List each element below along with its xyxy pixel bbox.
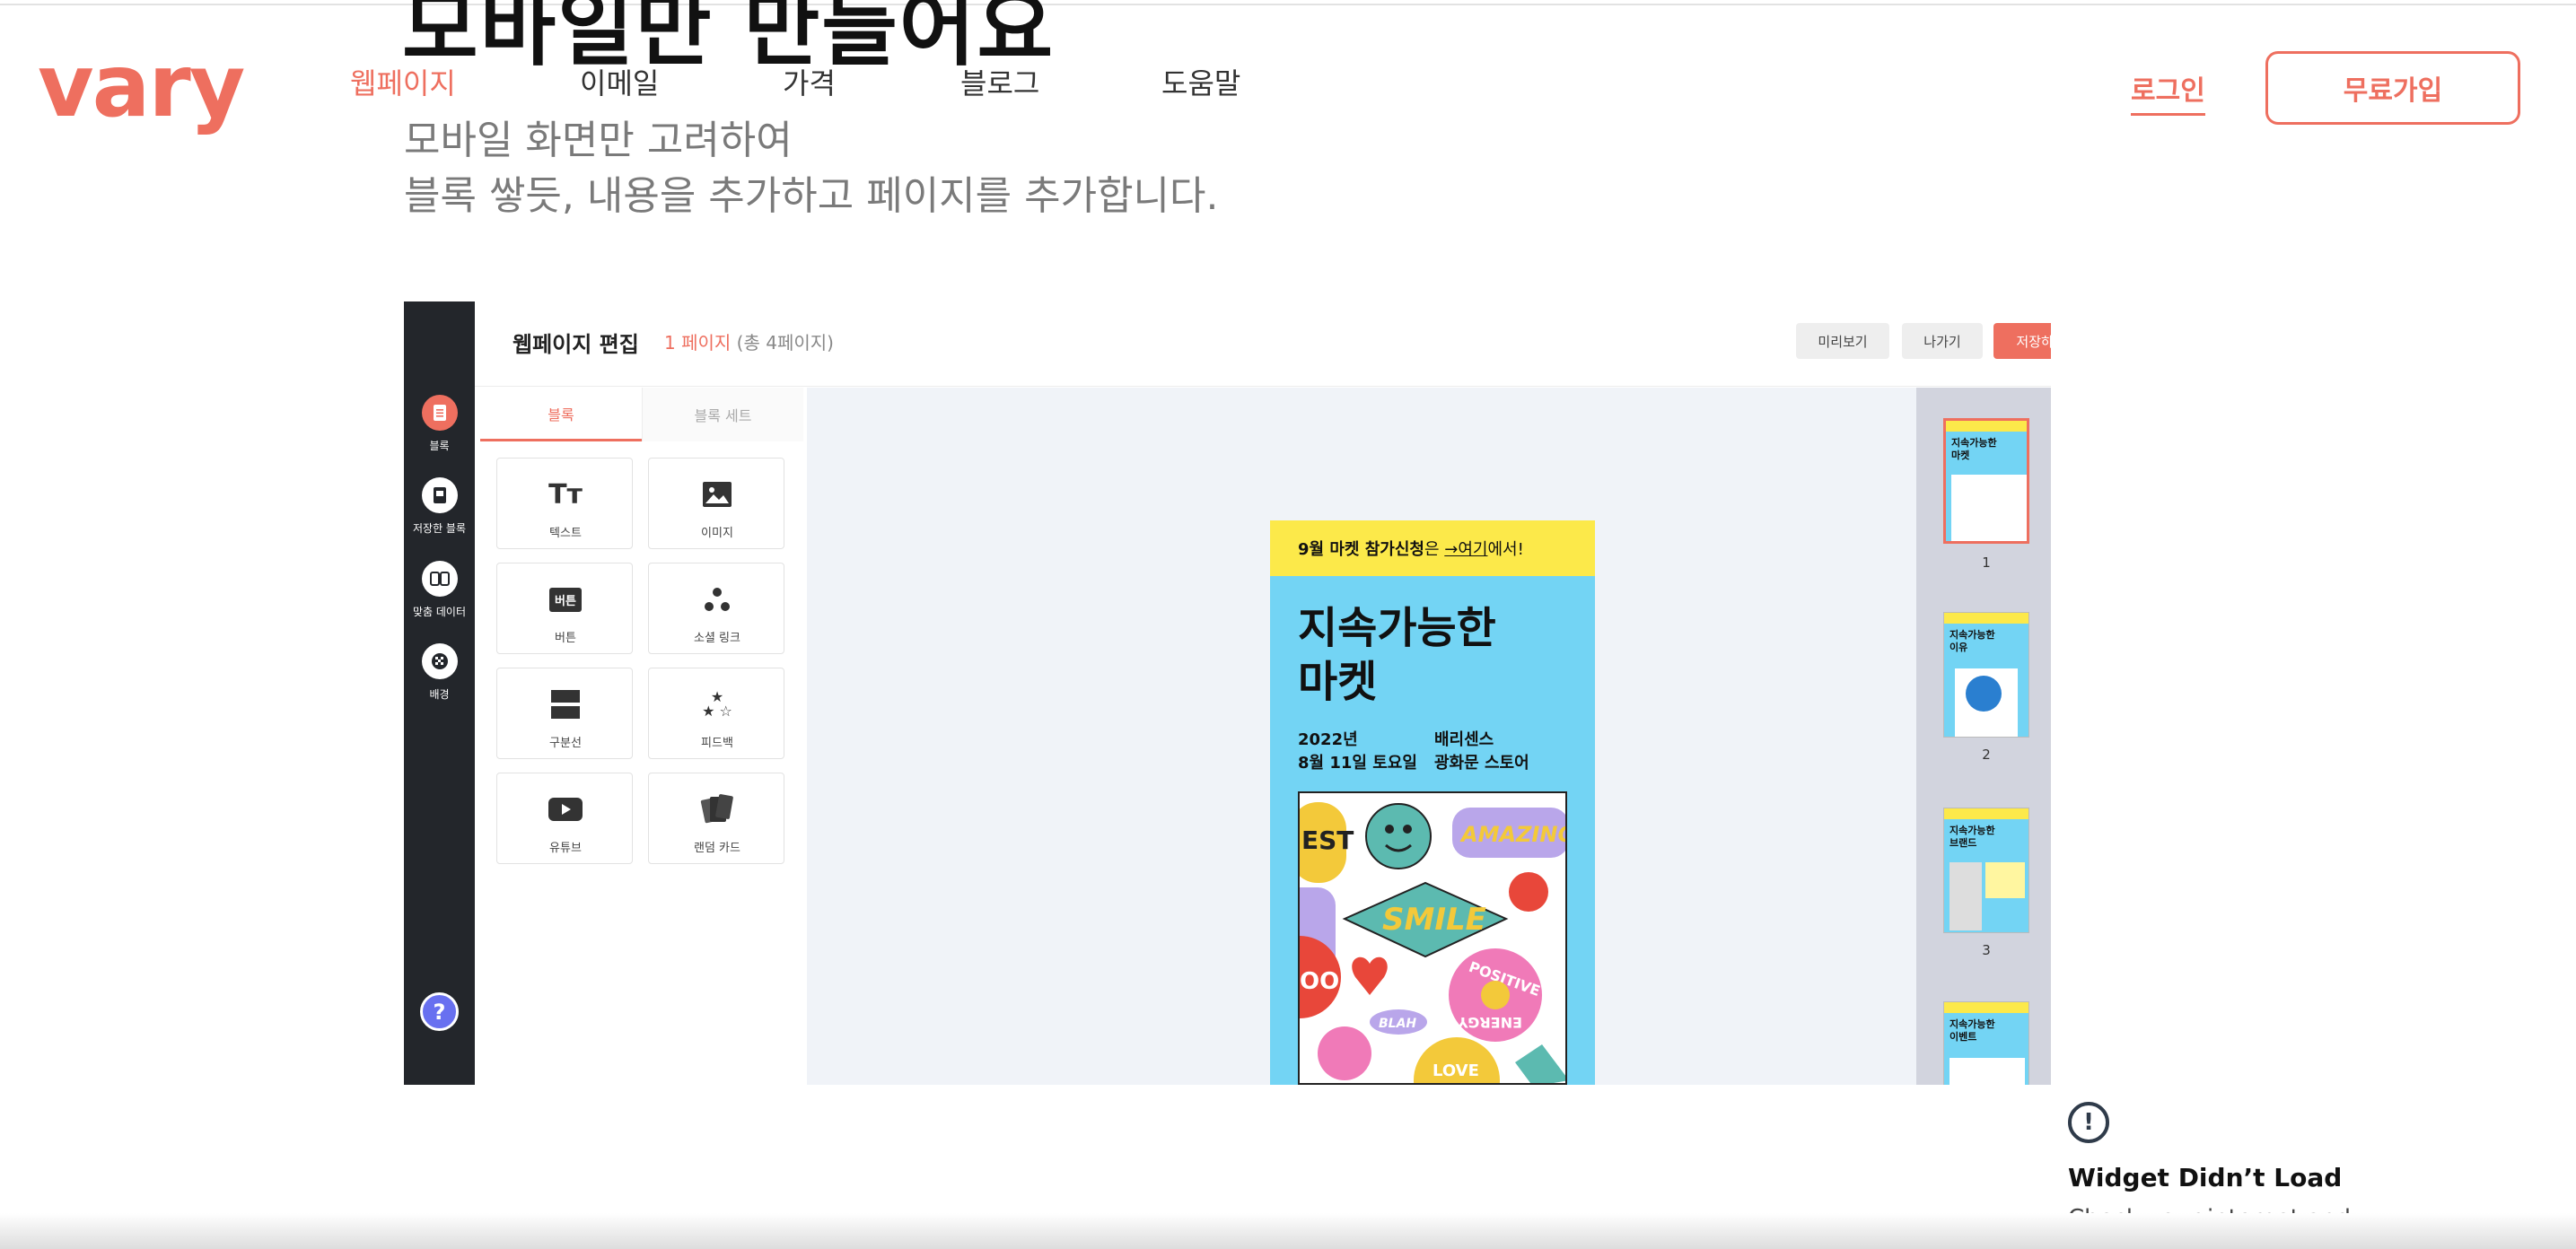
login-link[interactable]: 로그인: [2131, 68, 2205, 116]
block-social-link[interactable]: 소셜 링크: [648, 563, 784, 654]
svg-text:BLAH: BLAH: [1379, 1017, 1416, 1031]
help-button[interactable]: ?: [420, 992, 459, 1031]
nav-pricing[interactable]: 가격: [783, 61, 836, 102]
sidebar-label: 맞춤 데이터: [412, 606, 466, 618]
youtube-icon: [497, 791, 634, 827]
svg-text:SMILE: SMILE: [1382, 902, 1486, 938]
sticker-image: EST AMAZING SMILE OOM POSITIVE ENERGY BL…: [1298, 791, 1567, 1085]
nav-webpage[interactable]: 웹페이지: [350, 61, 456, 102]
alert-icon: !: [2068, 1102, 2109, 1143]
block-random-card[interactable]: 랜덤 카드: [648, 773, 784, 864]
block-label: 랜덤 카드: [694, 842, 740, 855]
block-label: 텍스트: [549, 527, 582, 540]
block-label: 버튼: [555, 632, 576, 645]
saved-block-icon: [421, 477, 458, 513]
block-button[interactable]: 버튼 버튼: [496, 563, 633, 654]
total-pages: (총 4페이지): [736, 332, 834, 354]
sidebar-item-custom-data[interactable]: 맞춤 데이터: [404, 561, 475, 619]
preview-button[interactable]: 미리보기: [1796, 323, 1889, 359]
page-thumbnails: 지속가능한 마켓 1 지속가능한 이유 2 지속가능한 브랜드 3 지속가능한 …: [1916, 388, 2051, 1085]
thumbnail-title: 지속가능한 이벤트: [1950, 1018, 1995, 1043]
block-label: 이미지: [701, 527, 733, 540]
vary-logo[interactable]: vary: [38, 43, 245, 129]
block-label: 피드백: [701, 737, 733, 750]
nav-email[interactable]: 이메일: [580, 61, 659, 102]
sidebar-label: 블록: [429, 440, 450, 452]
thumbnail-title: 지속가능한 이유: [1950, 629, 1995, 653]
svg-text:AMAZING: AMAZING: [1459, 822, 1567, 847]
thumbnail-title: 지속가능한 마켓: [1951, 437, 1997, 461]
svg-text:LOVE: LOVE: [1433, 1061, 1479, 1080]
hero-description-line-2: 블록 쌓듯, 내용을 추가하고 페이지를 추가합니다.: [404, 173, 1219, 219]
editor-toolbar: 웹페이지 편집 1 페이지 (총 4페이지) ↶ ↷ 미리보기 나가기 저장하기: [475, 301, 2051, 387]
thumbnail-page-3[interactable]: 지속가능한 브랜드: [1943, 808, 2029, 933]
block-label: 소셜 링크: [694, 632, 740, 645]
block-tabs: 블록 블록 세트: [480, 388, 803, 441]
divider-icon: [497, 686, 634, 722]
block-text[interactable]: Tт 텍스트: [496, 458, 633, 549]
sidebar-item-blocks[interactable]: 블록: [404, 395, 475, 453]
bottom-shadow: [0, 1213, 2576, 1249]
site-header: vary 웹페이지 이메일 가격 블로그 도움말 로그인 무료가입: [0, 36, 2576, 135]
svg-text:EST: EST: [1301, 825, 1354, 855]
block-image[interactable]: 이미지: [648, 458, 784, 549]
block-youtube[interactable]: 유튜브: [496, 773, 633, 864]
editor-sidebar: 블록 저장한 블록 맞춤 데이터 배경 ?: [404, 301, 475, 1085]
preview-place: 배리센스 광화문 스토어: [1434, 730, 1529, 773]
block-feedback[interactable]: ★ ★ ☆ 피드백: [648, 668, 784, 759]
preview-title: 지속가능한 마켓: [1298, 603, 1496, 707]
social-link-icon: [649, 581, 785, 617]
editor-screenshot: 블록 저장한 블록 맞춤 데이터 배경 ? 웹페이지 편집 1 페이지 (총 4…: [404, 301, 2051, 1085]
editor-title: 웹페이지 편집: [513, 332, 639, 357]
sidebar-item-background[interactable]: 배경: [404, 643, 475, 702]
random-card-icon: [649, 791, 785, 827]
preview-date: 2022년 8월 11일 토요일: [1298, 730, 1417, 773]
block-panel: 블록 블록 세트 Tт 텍스트 이미지 버튼 버튼 소셜 링크 구분선 ★ ★ …: [475, 388, 807, 1085]
svg-text:ENERGY: ENERGY: [1458, 1014, 1522, 1031]
preview-banner: 9월 마켓 참가신청은 →여기에서!: [1270, 520, 1595, 576]
sidebar-label: 배경: [429, 688, 450, 701]
thumbnail-page-4[interactable]: 지속가능한 이벤트: [1943, 1001, 2029, 1085]
document-icon: [421, 395, 458, 431]
image-icon: [649, 476, 785, 512]
banner-link[interactable]: →여기: [1444, 540, 1487, 559]
nav-help[interactable]: 도움말: [1161, 61, 1240, 102]
thumbnail-number: 2: [1982, 747, 1991, 763]
background-icon: [421, 643, 458, 679]
thumbnail-number: 1: [1982, 555, 1991, 571]
sidebar-item-saved-blocks[interactable]: 저장한 블록: [404, 477, 475, 536]
block-divider[interactable]: 구분선: [496, 668, 633, 759]
save-button[interactable]: 저장하기: [1993, 323, 2051, 359]
tab-block-sets[interactable]: 블록 세트: [642, 388, 803, 441]
text-icon: Tт: [548, 478, 583, 511]
thumbnail-title: 지속가능한 브랜드: [1950, 825, 1995, 849]
current-page: 1 페이지: [664, 332, 732, 354]
thumbnail-page-1[interactable]: 지속가능한 마켓: [1943, 418, 2029, 544]
exit-button[interactable]: 나가기: [1902, 323, 1983, 359]
button-icon: 버튼: [497, 581, 634, 617]
custom-data-icon: [421, 561, 458, 597]
block-label: 유튜브: [549, 842, 582, 855]
sidebar-label: 저장한 블록: [412, 522, 466, 535]
nav-blog[interactable]: 블로그: [960, 61, 1039, 102]
thumbnail-number: 3: [1982, 942, 1991, 958]
page-indicator: 1 페이지 (총 4페이지): [664, 328, 834, 354]
thumbnail-page-2[interactable]: 지속가능한 이유: [1943, 612, 2029, 738]
mobile-page-preview[interactable]: 9월 마켓 참가신청은 →여기에서! 지속가능한 마켓 2022년 8월 11일…: [1270, 520, 1595, 1085]
feedback-icon: ★ ★ ☆: [702, 688, 732, 720]
block-label: 구분선: [549, 737, 582, 750]
signup-button[interactable]: 무료가입: [2265, 51, 2520, 125]
tab-blocks[interactable]: 블록: [480, 388, 642, 441]
top-border: [0, 0, 2576, 5]
widget-error-title: Widget Didn’t Load: [2068, 1163, 2343, 1192]
